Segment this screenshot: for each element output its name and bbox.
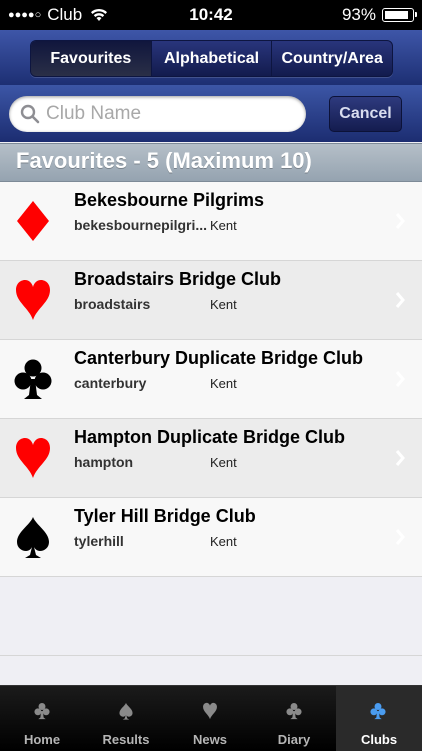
club-icon	[34, 703, 50, 720]
chevron-right-icon	[395, 213, 405, 229]
tab-label: Clubs	[360, 732, 398, 747]
chevron-right-icon	[395, 529, 405, 545]
club-county: Kent	[210, 297, 237, 312]
chevron-right-icon	[395, 371, 405, 387]
tab-news[interactable]: News	[168, 686, 252, 751]
club-name: Tyler Hill Bridge Club	[74, 506, 256, 526]
tab-home[interactable]: Home	[0, 686, 84, 751]
club-code: broadstairs	[74, 296, 151, 312]
club-code: hampton	[74, 454, 134, 470]
club-row[interactable]: Broadstairs Bridge Club broadstairs Kent	[0, 261, 422, 340]
section-header-title: Favourites - 5 (Maximum 10)	[16, 148, 312, 173]
club-row[interactable]: Tyler Hill Bridge Club tylerhill Kent	[0, 498, 422, 577]
club-name: Hampton Duplicate Bridge Club	[74, 427, 346, 447]
club-row[interactable]: Canterbury Duplicate Bridge Club canterb…	[0, 340, 422, 419]
club-row[interactable]: Hampton Duplicate Bridge Club hampton Ke…	[0, 419, 422, 498]
club-county: Kent	[210, 455, 237, 470]
club-county: Kent	[210, 534, 237, 549]
chevron-right-icon	[395, 450, 405, 466]
battery-percent: 93%	[341, 5, 376, 24]
club-icon	[370, 703, 386, 720]
club-county: Kent	[210, 218, 237, 233]
club-code: canterbury	[74, 375, 147, 391]
club-code: tylerhill	[74, 533, 124, 549]
segment-favourites[interactable]: Favourites	[31, 41, 151, 76]
club-icon	[14, 359, 52, 399]
tab-bar: Home Results News Diary Clubs	[0, 685, 422, 751]
spade-icon	[119, 702, 133, 720]
tab-diary[interactable]: Diary	[252, 686, 336, 751]
club-name: Broadstairs Bridge Club	[74, 269, 282, 289]
club-row[interactable]: Bekesbourne Pilgrims bekesbournepilgri..…	[0, 182, 422, 261]
club-name: Canterbury Duplicate Bridge Club	[74, 348, 364, 368]
heart-icon	[203, 702, 217, 720]
tab-label: Home	[23, 732, 61, 747]
diamond-icon	[17, 201, 49, 241]
tab-clubs[interactable]: Clubs	[336, 686, 422, 751]
heart-icon	[16, 438, 50, 478]
club-name: Bekesbourne Pilgrims	[74, 190, 265, 210]
segment-country-area[interactable]: Country/Area	[271, 41, 392, 76]
cancel-button[interactable]: Cancel	[329, 96, 402, 132]
segmented-control: Favourites Alphabetical Country/Area	[30, 40, 393, 77]
search-placeholder: Club Name	[46, 103, 142, 124]
search-input[interactable]: Club Name	[9, 96, 306, 132]
tab-label: News	[193, 732, 227, 747]
club-list: Bekesbourne Pilgrims bekesbournepilgri..…	[0, 182, 422, 685]
club-icon	[286, 703, 302, 720]
tab-label: Diary	[277, 732, 311, 747]
club-code: bekesbournepilgri...	[74, 217, 208, 233]
spade-icon	[17, 517, 49, 558]
empty-row	[0, 577, 422, 656]
nav-bar: Favourites Alphabetical Country/Area	[0, 30, 422, 85]
segment-alphabetical[interactable]: Alphabetical	[150, 41, 272, 76]
battery-icon	[382, 8, 417, 22]
tab-label: Results	[102, 732, 150, 747]
heart-icon	[16, 280, 50, 320]
search-icon	[20, 104, 40, 124]
tab-results[interactable]: Results	[84, 686, 168, 751]
status-bar: ●●●●○ Club 10:42 93%	[0, 0, 422, 30]
section-header: Favourites - 5 (Maximum 10)	[0, 143, 422, 182]
search-bar: Club Name Cancel	[0, 85, 422, 142]
chevron-right-icon	[395, 292, 405, 308]
club-county: Kent	[210, 376, 237, 391]
